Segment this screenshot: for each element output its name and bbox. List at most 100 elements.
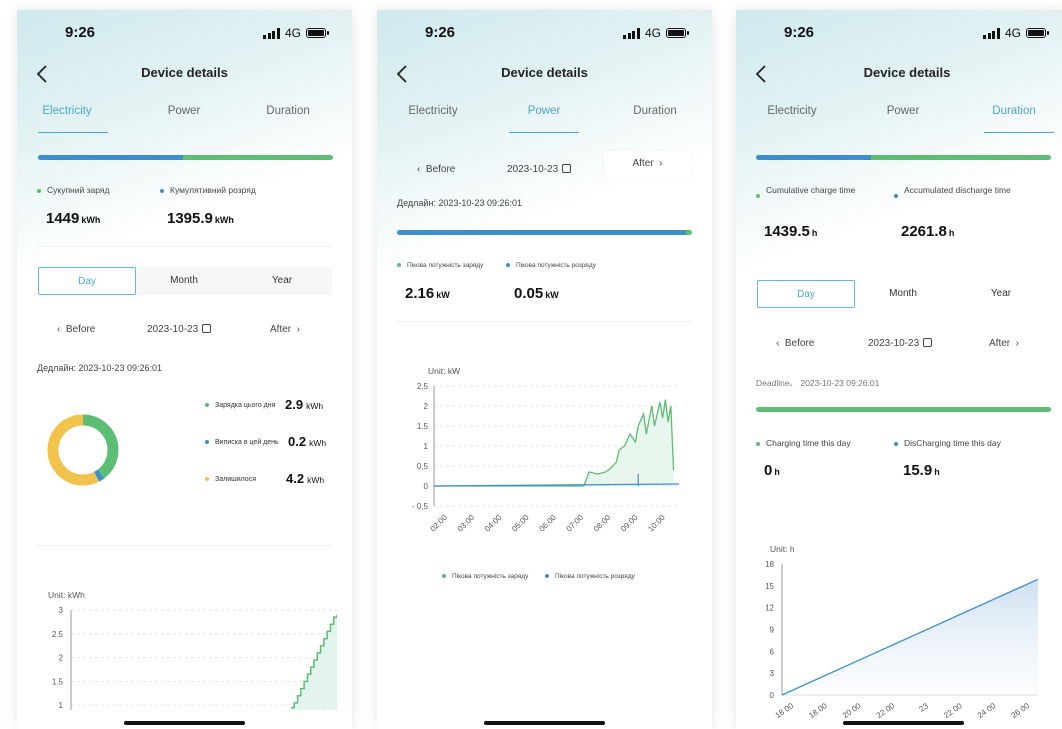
network-label: 4G — [284, 26, 301, 40]
phone-screen-duration: 9:26 4G Device details Electricity Power… — [736, 10, 1062, 729]
period-day[interactable]: Day — [38, 267, 136, 295]
status-time: 9:26 — [784, 24, 815, 41]
x-tick-label: 03:00 — [456, 513, 477, 534]
donut-value-charge: 2.9 kWh — [285, 397, 324, 412]
y-tick-label: 1 — [59, 701, 64, 710]
x-tick-label: 18 00 — [807, 701, 829, 720]
deadline-text: Deadline、 2023-10-23 09:26:01 — [756, 378, 880, 388]
before-button[interactable]: ‹ Before — [417, 164, 455, 175]
status-time: 9:26 — [65, 24, 96, 41]
period-selector: Day Month Year — [756, 280, 1051, 308]
tab-power[interactable]: Power — [858, 105, 948, 117]
x-tick-label: 22 00 — [942, 701, 964, 720]
date-navigator: ‹ Before 2023-10-23 After › — [756, 332, 1056, 356]
calendar-icon — [562, 164, 572, 173]
legend-peak-charge: Пікова потужність заряду — [442, 573, 528, 580]
chart-unit-label: Unit: kW — [428, 366, 461, 376]
donut-value-remaining: 4.2 kWh — [286, 471, 325, 486]
charge-segment — [756, 407, 1051, 412]
page-title: Device details — [863, 65, 951, 80]
x-tick-label: 24 00 — [976, 701, 998, 720]
energy-donut-chart — [47, 414, 119, 486]
stat-value-discharging-time-day: 15.9 h — [903, 462, 940, 479]
period-year[interactable]: Year — [233, 267, 331, 295]
tab-bar: Electricity Power Duration — [17, 105, 352, 135]
date-picker[interactable]: 2023-10-23 — [507, 164, 572, 175]
electricity-area-chart: 3 2.5 2 1.5 1 — [52, 606, 337, 710]
y-tick-label: 2 — [424, 402, 429, 411]
battery-icon — [306, 28, 329, 38]
status-bar-right: 4G — [263, 26, 329, 40]
stat-label-charging-time-day: Charging time this day — [756, 438, 851, 448]
after-button[interactable]: After › — [989, 338, 1019, 349]
tab-duration[interactable]: Duration — [969, 105, 1059, 117]
tab-bar: Electricity Power Duration — [736, 105, 1062, 135]
stat-label-total-charge: Сукупний заряд — [37, 185, 109, 195]
x-tick-label: 20 00 — [841, 701, 863, 720]
discharge-segment — [756, 155, 872, 160]
signal-icon — [263, 27, 280, 39]
tab-electricity[interactable]: Electricity — [22, 105, 112, 117]
y-tick-label: 12 — [765, 604, 774, 613]
date-picker[interactable]: 2023-10-23 — [868, 338, 933, 349]
after-button[interactable]: After › — [270, 324, 300, 335]
tab-power[interactable]: Power — [139, 105, 229, 117]
y-tick-label: 0,5 — [417, 462, 429, 471]
calendar-icon — [923, 338, 933, 347]
active-tab-underline — [38, 132, 108, 133]
date-picker[interactable]: 2023-10-23 — [147, 324, 212, 335]
y-tick-label: 2.5 — [417, 382, 429, 391]
home-indicator — [843, 721, 964, 725]
stat-label-discharging-time-day: DisCharging time this day — [894, 438, 1001, 448]
tab-electricity[interactable]: Electricity — [747, 105, 837, 117]
x-tick-label: 18 00 — [774, 701, 796, 720]
stat-label-peak-charge: Пікова потужність заряду — [397, 262, 483, 269]
x-tick-label: 07:00 — [565, 513, 586, 534]
status-bar-right: 4G — [623, 26, 689, 40]
y-tick-label: 1.5 — [417, 422, 429, 431]
period-month[interactable]: Month — [135, 267, 233, 295]
y-tick-label: 15 — [765, 582, 774, 591]
x-tick-label: 08:00 — [592, 513, 613, 534]
tab-electricity[interactable]: Electricity — [388, 105, 478, 117]
day-charge-time-bar — [756, 407, 1051, 412]
home-indicator — [124, 721, 245, 725]
tab-duration[interactable]: Duration — [610, 105, 700, 117]
charge-segment — [871, 155, 1051, 160]
tab-power[interactable]: Power — [499, 105, 589, 117]
period-year[interactable]: Year — [952, 280, 1050, 308]
status-time: 9:26 — [425, 24, 456, 41]
legend-peak-discharge: Пікова потужність розряду — [545, 573, 635, 580]
stat-label-cumulative-discharge: Кумулятивний розряд — [160, 185, 256, 195]
period-month[interactable]: Month — [854, 280, 952, 308]
battery-icon — [1026, 28, 1049, 38]
y-tick-label: 3 — [770, 669, 775, 678]
period-day[interactable]: Day — [757, 280, 855, 308]
y-tick-label: - 0,5 — [412, 502, 429, 511]
phone-screen-power: 9:26 4G Device details Electricity Power… — [377, 10, 712, 729]
x-tick-label: 05:00 — [510, 513, 531, 534]
charge-segment — [182, 155, 333, 160]
peak-power-ratio-bar — [397, 230, 692, 235]
page-title: Device details — [141, 65, 228, 80]
y-tick-label: 0 — [424, 482, 429, 491]
before-button[interactable]: ‹ Before — [776, 338, 814, 349]
signal-icon — [623, 27, 640, 39]
discharge-segment — [38, 155, 183, 160]
before-button[interactable]: ‹ Before — [57, 324, 95, 335]
stat-value-peak-discharge: 0.05 kW — [514, 285, 559, 302]
battery-icon — [666, 28, 689, 38]
after-button[interactable]: After › — [604, 151, 691, 177]
duration-area-chart: 181512963018 00 18 00 20 00 22 00 23 22 00 24 … — [765, 560, 1039, 720]
x-tick-label: 06:00 — [537, 513, 558, 534]
y-tick-label: 2.5 — [52, 630, 64, 639]
tab-duration[interactable]: Duration — [243, 105, 333, 117]
network-label: 4G — [1004, 26, 1021, 40]
divider — [397, 321, 692, 322]
stat-label-cumulative-charge-time: Cumulative charge time — [756, 183, 866, 198]
divider — [37, 246, 332, 247]
stat-value-cumulative-discharge: 1395.9 kWh — [167, 210, 234, 227]
active-tab-underline — [984, 132, 1054, 133]
y-tick-label: 6 — [770, 647, 775, 656]
charge-discharge-ratio-bar — [38, 155, 333, 160]
